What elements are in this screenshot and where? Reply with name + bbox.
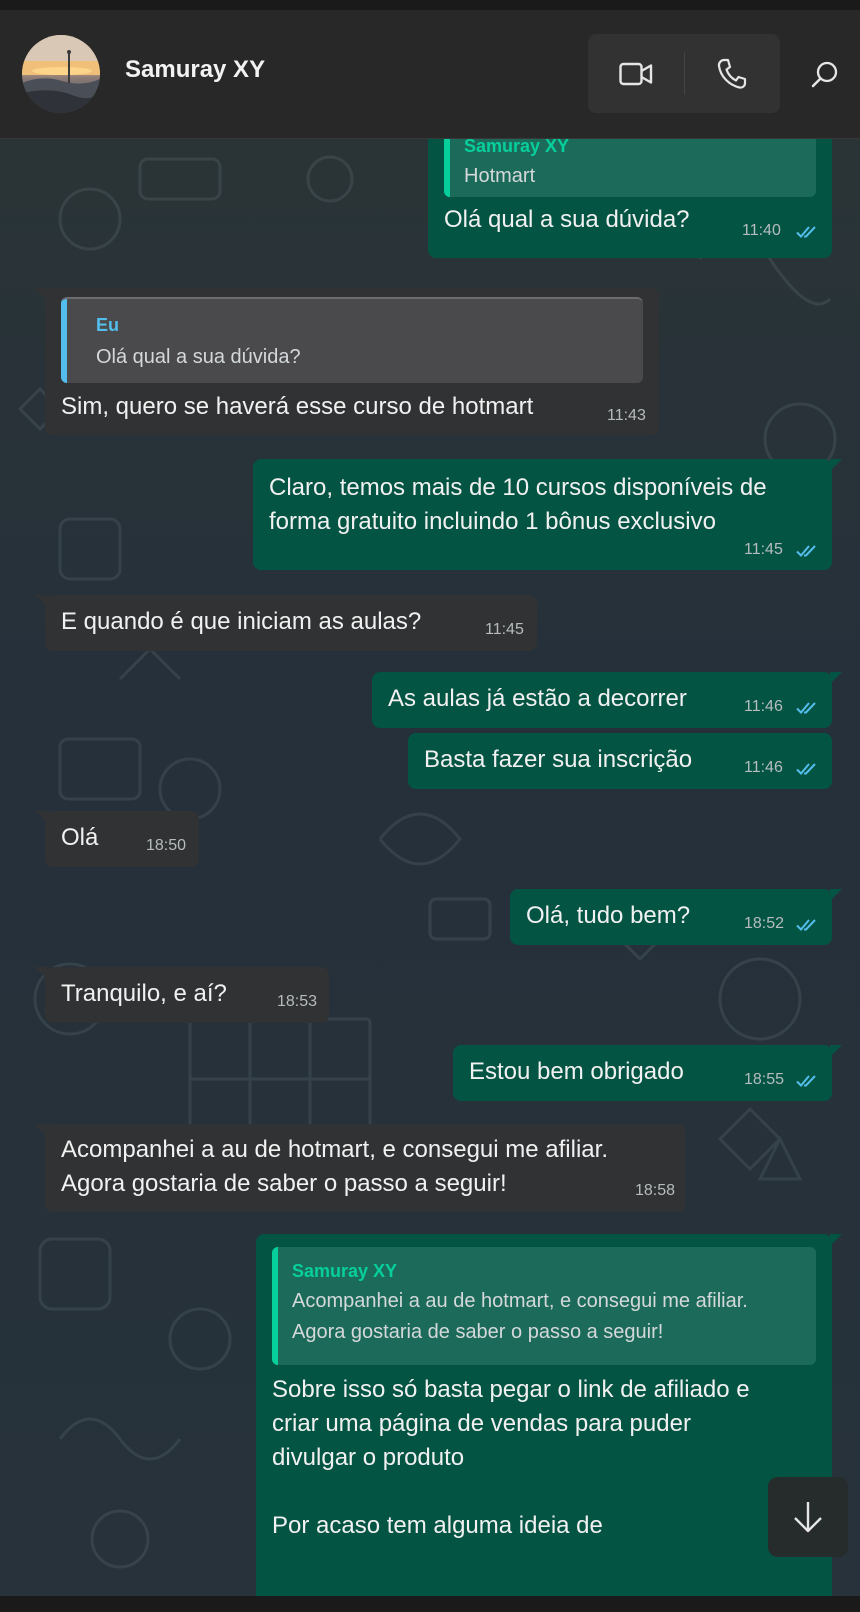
chat-area[interactable]: Samuray XY Hotmart Olá qual a sua dúvida… (0, 139, 860, 1596)
quoted-message[interactable]: Samuray XY Hotmart (444, 139, 816, 197)
message-text: Sobre isso só basta pegar o link de afil… (272, 1376, 750, 1539)
message-time: 18:52 (744, 915, 785, 932)
bubble-tail (830, 672, 842, 684)
message-text: Olá, tudo bem? (526, 902, 691, 929)
message-time: 11:46 (744, 759, 783, 776)
message-bubble-incoming[interactable]: Olá 18:50 (35, 811, 199, 867)
quote-author: Samuray XY (292, 1261, 398, 1281)
message-time: 11:40 (742, 222, 781, 239)
message-time: 18:50 (146, 837, 187, 854)
window-top-strip (0, 0, 860, 10)
contact-avatar[interactable] (22, 35, 100, 113)
message-time: 11:43 (607, 407, 646, 424)
message-time: 11:45 (485, 621, 524, 638)
message-time: 11:45 (744, 541, 783, 558)
quoted-message[interactable]: Samuray XY Acompanhei a au de hotmart, e… (272, 1247, 816, 1365)
quote-bar (272, 1247, 278, 1365)
quote-text: Olá qual a sua dúvida? (96, 346, 301, 368)
voice-call-button[interactable] (684, 34, 780, 113)
search-button[interactable] (800, 50, 850, 100)
phone-icon (717, 58, 747, 89)
message-bubble-outgoing[interactable]: As aulas já estão a decorrer 11:46 (372, 672, 842, 728)
message-bubble-outgoing[interactable]: Estou bem obrigado 18:55 (453, 1045, 842, 1101)
message-text: Estou bem obrigado (469, 1058, 684, 1085)
quote-text: Hotmart (464, 165, 536, 187)
bubble-tail (35, 811, 47, 823)
message-time: 11:46 (744, 698, 783, 715)
search-icon (811, 61, 838, 88)
bubble-tail (830, 889, 842, 901)
bubble-tail (35, 967, 47, 979)
arrow-down-icon (794, 1502, 822, 1533)
quoted-message[interactable]: Eu Olá qual a sua dúvida? (61, 297, 643, 383)
contact-name[interactable]: Samuray XY (125, 56, 265, 84)
message-bubble-outgoing[interactable]: Olá, tudo bem? 18:52 (510, 889, 842, 945)
quote-bar (61, 299, 67, 383)
message-time: 18:58 (635, 1182, 676, 1199)
message-bubble-incoming[interactable]: Eu Olá qual a sua dúvida? Sim, quero se … (35, 288, 659, 435)
profile-photo-icon (22, 35, 100, 113)
window-bottom-strip (0, 1596, 860, 1612)
video-camera-icon (619, 62, 653, 85)
message-bubble-outgoing[interactable]: Basta fazer sua inscrição 11:46 (408, 733, 832, 789)
message-bubble-outgoing[interactable]: Samuray XY Hotmart Olá qual a sua dúvida… (428, 139, 832, 258)
message-bubble-incoming[interactable]: Acompanhei a au de hotmart, e consegui m… (35, 1124, 685, 1212)
read-checks-icon (796, 763, 816, 775)
scroll-to-bottom-button[interactable] (768, 1477, 848, 1557)
read-checks-icon (796, 545, 816, 557)
bubble-tail (830, 1234, 842, 1246)
bubble-tail (830, 1045, 842, 1057)
chat-header: Samuray XY (0, 10, 860, 139)
message-text: Sim, quero se haverá esse curso de hotma… (61, 393, 534, 420)
read-checks-icon (796, 1075, 816, 1087)
bubble-tail (35, 595, 47, 607)
message-text: Claro, temos mais de 10 cursos disponíve… (269, 474, 767, 535)
bubble-tail (830, 459, 842, 471)
message-text: Olá qual a sua dúvida? (444, 206, 690, 233)
read-checks-icon (796, 702, 816, 714)
bubble-tail (35, 288, 47, 300)
message-text: E quando é que iniciam as aulas? (61, 608, 422, 635)
video-call-button[interactable] (588, 34, 684, 113)
message-time: 18:53 (277, 993, 318, 1010)
message-bubble-outgoing[interactable]: Claro, temos mais de 10 cursos disponíve… (253, 459, 842, 570)
quote-text: Acompanhei a au de hotmart, e consegui m… (292, 1290, 748, 1343)
bubble-tail (35, 1124, 47, 1136)
read-checks-icon (796, 919, 816, 931)
message-text: Olá (61, 824, 99, 851)
read-checks-icon (796, 226, 816, 238)
message-bubble-incoming[interactable]: E quando é que iniciam as aulas? 11:45 (35, 595, 537, 651)
quote-bar (444, 139, 450, 197)
message-time: 18:55 (744, 1071, 785, 1088)
call-buttons-group (588, 34, 780, 113)
quote-author: Eu (96, 315, 120, 335)
message-text: Acompanhei a au de hotmart, e consegui m… (61, 1136, 608, 1197)
message-bubble-incoming[interactable]: Tranquilo, e aí? 18:53 (35, 967, 329, 1023)
message-text: Tranquilo, e aí? (61, 980, 227, 1007)
quote-author: Samuray XY (464, 139, 570, 156)
message-bubble-outgoing[interactable]: Samuray XY Acompanhei a au de hotmart, e… (256, 1234, 842, 1596)
message-text: Basta fazer sua inscrição (424, 746, 693, 773)
message-text: As aulas já estão a decorrer (388, 685, 687, 712)
